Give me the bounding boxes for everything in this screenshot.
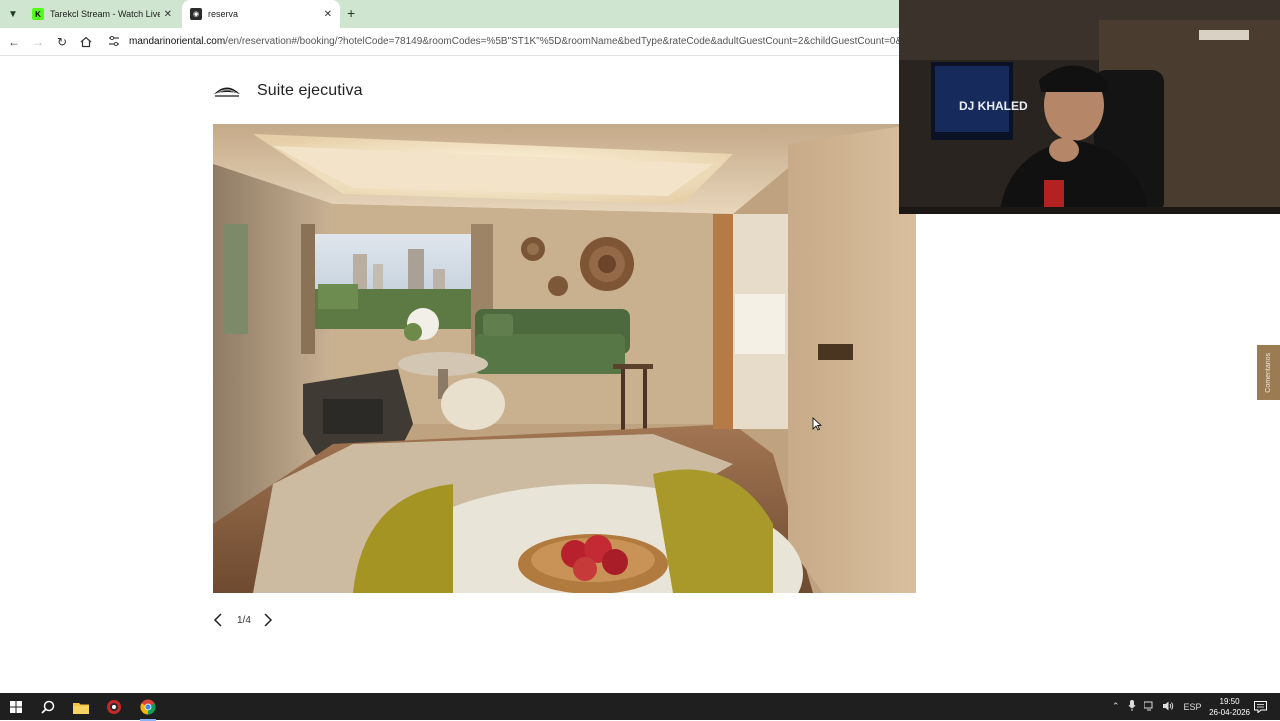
back-arrow-icon[interactable]: ← — [6, 34, 22, 50]
forward-arrow-icon[interactable]: → — [30, 34, 46, 50]
system-tray: ⌃ ESP — [1112, 693, 1202, 720]
volume-icon[interactable] — [1162, 701, 1174, 713]
reload-icon[interactable]: ↻ — [54, 34, 70, 50]
notifications-icon[interactable] — [1250, 697, 1270, 717]
tab-kick-stream[interactable]: K Tarekcl Stream - Watch Live on ✕ — [28, 0, 180, 28]
monitor-text: DJ KHALED — [959, 99, 1028, 113]
clock-date: 26-04-2026 — [1209, 708, 1250, 717]
file-explorer-icon[interactable] — [71, 697, 91, 717]
windows-start-icon[interactable] — [6, 697, 26, 717]
windows-taskbar: ⌃ ESP 19:50 26-04-2026 — [0, 693, 1280, 721]
search-icon[interactable] — [38, 697, 58, 717]
close-tab-icon[interactable]: ✕ — [324, 9, 332, 20]
room-title: Suite ejecutiva — [257, 82, 363, 99]
room-photo[interactable] — [213, 124, 916, 593]
recording-app-icon[interactable] — [104, 697, 124, 717]
next-image-chevron-icon[interactable] — [261, 610, 275, 630]
url-path: /en/reservation#/booking/?hotelCode=7814… — [225, 36, 899, 47]
taskbar-clock[interactable]: 19:50 26-04-2026 — [1209, 696, 1250, 718]
feedback-tab[interactable]: Comentarios — [1257, 345, 1280, 400]
tab-search-chevron-icon[interactable]: ▼ — [4, 5, 22, 23]
mandarin-oriental-fan-logo-icon — [214, 87, 240, 97]
close-tab-icon[interactable]: ✕ — [164, 9, 172, 20]
home-icon[interactable] — [78, 34, 94, 50]
new-tab-plus-icon[interactable]: + — [347, 5, 355, 21]
network-icon[interactable] — [1143, 701, 1155, 713]
room-header: Suite ejecutiva — [213, 78, 363, 104]
previous-image-chevron-icon[interactable] — [211, 610, 225, 630]
tab-reserva[interactable]: ◉ reserva ✕ — [182, 0, 340, 28]
url-host: mandarinoriental.com — [129, 36, 226, 47]
chrome-icon[interactable] — [138, 697, 158, 721]
address-bar[interactable]: mandarinoriental.com/en/reservation#/boo… — [129, 36, 899, 47]
microphone-icon[interactable] — [1128, 700, 1136, 713]
input-language[interactable]: ESP — [1184, 702, 1202, 712]
tab-title: Tarekcl Stream - Watch Live on — [50, 9, 160, 19]
clock-time: 19:50 — [1219, 697, 1240, 706]
feedback-label: Comentarios — [1265, 352, 1272, 393]
site-info-icon[interactable] — [108, 35, 120, 50]
kick-favicon-icon: K — [32, 8, 44, 20]
streamer-webcam: DJ KHALED — [899, 0, 1280, 214]
gallery-pager: 1/4 — [211, 610, 275, 630]
tab-title: reserva — [208, 9, 239, 19]
mandarin-favicon-icon: ◉ — [190, 8, 202, 20]
show-hidden-icons-chevron-icon[interactable]: ⌃ — [1112, 701, 1120, 712]
gallery-position: 1/4 — [237, 614, 251, 626]
